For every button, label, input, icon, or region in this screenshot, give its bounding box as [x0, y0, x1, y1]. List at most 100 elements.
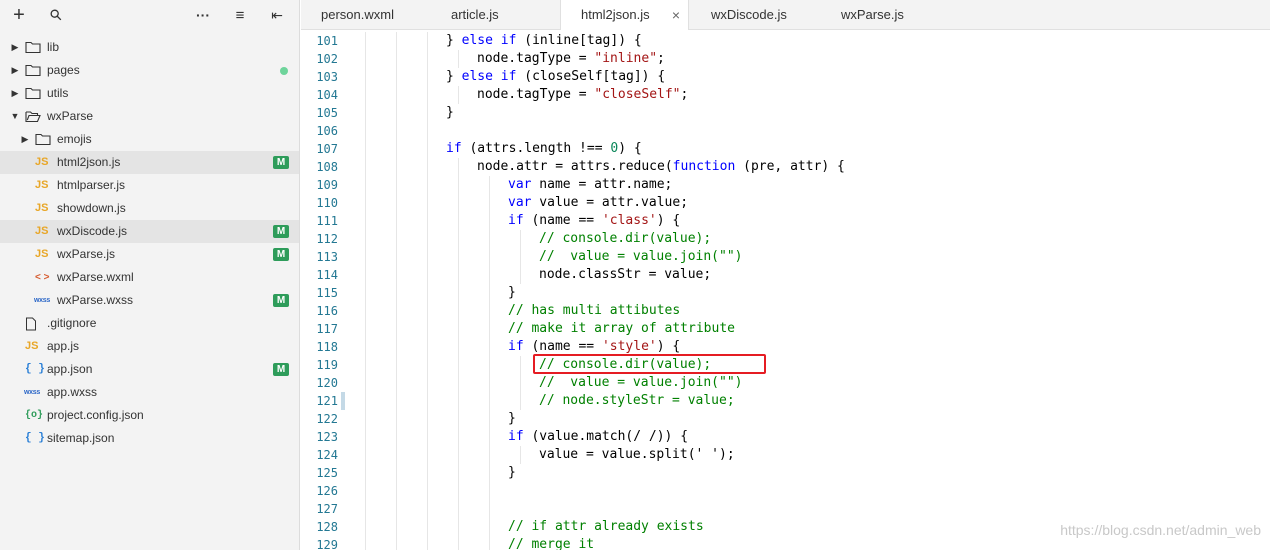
- folder-item[interactable]: ▼ wxParse: [0, 105, 299, 128]
- add-icon[interactable]: +: [8, 4, 30, 26]
- tab-wxdiscode-js[interactable]: wxDiscode.js: [691, 0, 821, 30]
- file-item[interactable]: { } sitemap.json: [0, 427, 299, 450]
- line-number: 104: [316, 88, 338, 102]
- folder-open-icon: [25, 105, 41, 128]
- file-item[interactable]: wxss wxParse.wxss M: [0, 289, 299, 312]
- code-token: }: [508, 411, 516, 426]
- indent-guide: [489, 536, 490, 550]
- file-item[interactable]: JS app.js: [0, 335, 299, 358]
- code-token: value = attr.value;: [531, 195, 689, 210]
- folder-item[interactable]: ▶ pages: [0, 59, 299, 82]
- code-line: 121 // node.styleStr = value;: [301, 392, 1270, 410]
- indent-guide: [458, 482, 459, 500]
- code-text: }: [508, 284, 516, 302]
- chevron-right-icon[interactable]: ▶: [20, 128, 30, 151]
- indent-guide: [396, 446, 397, 464]
- indent-guide: [427, 32, 428, 50]
- indent-guide: [458, 248, 459, 266]
- indent-guide: [396, 104, 397, 122]
- outline-icon[interactable]: ≡: [229, 4, 251, 26]
- search-icon[interactable]: ⚲: [40, 0, 71, 31]
- indent-guide: [458, 374, 459, 392]
- code-text: }: [508, 410, 516, 428]
- code-token: "inline": [594, 51, 658, 66]
- line-number: 108: [316, 160, 338, 174]
- file-item[interactable]: {o} project.config.json: [0, 404, 299, 427]
- json-file-icon: { }: [25, 432, 45, 444]
- code-line: 115}: [301, 284, 1270, 302]
- indent-guide: [489, 194, 490, 212]
- more-icon[interactable]: ···: [192, 4, 214, 26]
- file-item[interactable]: .gitignore: [0, 312, 299, 335]
- tab-article-js[interactable]: article.js: [431, 0, 560, 30]
- code-token: node.tagType =: [477, 51, 595, 66]
- indent-guide: [396, 158, 397, 176]
- tab-html2json-js[interactable]: html2json.js ×: [560, 0, 689, 31]
- tree-item-label: wxParse: [47, 109, 94, 123]
- indent-guide: [396, 122, 397, 140]
- chevron-right-icon[interactable]: ▶: [10, 36, 20, 59]
- folder-icon: [25, 82, 41, 105]
- indent-guide: [427, 392, 428, 410]
- line-number: 117: [316, 322, 338, 336]
- indent-guide: [396, 248, 397, 266]
- chevron-right-icon[interactable]: ▶: [10, 59, 20, 82]
- code-line: 126: [301, 482, 1270, 500]
- code-text: } else if (closeSelf[tag]) {: [446, 68, 665, 86]
- indent-guide: [365, 410, 366, 428]
- file-item[interactable]: JS htmlparser.js: [0, 174, 299, 197]
- chevron-right-icon[interactable]: ▶: [10, 82, 20, 105]
- code-line: 114 node.classStr = value;: [301, 266, 1270, 284]
- line-number: 110: [316, 196, 338, 210]
- file-item[interactable]: JS showdown.js: [0, 197, 299, 220]
- indent-guide: [520, 248, 521, 266]
- tab-wxparse-js[interactable]: wxParse.js: [821, 0, 951, 30]
- indent-guide: [396, 374, 397, 392]
- file-item[interactable]: { } app.json M: [0, 358, 299, 381]
- line-number: 126: [316, 484, 338, 498]
- indent-guide: [427, 266, 428, 284]
- indent-guide: [427, 338, 428, 356]
- tab-person-wxml[interactable]: person.wxml: [301, 0, 431, 30]
- folder-item[interactable]: ▶ utils: [0, 82, 299, 105]
- code-token: if: [508, 339, 524, 354]
- indent-guide: [396, 500, 397, 518]
- code-text: node.classStr = value;: [539, 266, 711, 284]
- indent-guide: [365, 356, 366, 374]
- chevron-down-icon[interactable]: ▼: [10, 105, 20, 128]
- indent-guide: [365, 284, 366, 302]
- js-file-icon: JS: [35, 156, 49, 168]
- line-number: 124: [316, 448, 338, 462]
- indent-guide: [427, 86, 428, 104]
- code-line: 123 if (value.match(/ /)) {: [301, 428, 1270, 446]
- indent-guide: [489, 482, 490, 500]
- tree-item-label: app.json: [47, 362, 93, 376]
- file-item[interactable]: JS wxParse.js M: [0, 243, 299, 266]
- modified-badge: M: [273, 363, 289, 376]
- tree-item-label: wxParse.wxss: [57, 293, 134, 307]
- code-token: function: [672, 159, 736, 174]
- line-number: 123: [316, 430, 338, 444]
- line-number: 118: [316, 340, 338, 354]
- file-item[interactable]: < > wxParse.wxml: [0, 266, 299, 289]
- code-text: // if attr already exists: [508, 518, 704, 536]
- folder-item[interactable]: ▶ emojis: [0, 128, 299, 151]
- file-item[interactable]: wxss app.wxss: [0, 381, 299, 404]
- indent-guide: [489, 464, 490, 482]
- line-number: 107: [316, 142, 338, 156]
- code-text: // value = value.join(""): [539, 374, 743, 392]
- code-editor[interactable]: 101} else if (inline[tag]) {102 node.tagT…: [301, 30, 1270, 550]
- collapse-sidebar-icon[interactable]: ⇤: [266, 4, 288, 26]
- indent-guide: [489, 446, 490, 464]
- indent-guide: [396, 338, 397, 356]
- code-text: // console.dir(value);: [539, 230, 711, 248]
- indent-guide: [489, 410, 490, 428]
- indent-guide: [520, 356, 521, 374]
- close-icon[interactable]: ×: [672, 0, 680, 30]
- tree-item-label: project.config.json: [47, 408, 144, 422]
- indent-guide: [427, 212, 428, 230]
- folder-item[interactable]: ▶ lib: [0, 36, 299, 59]
- file-item[interactable]: JS html2json.js M: [0, 151, 299, 174]
- file-item[interactable]: JS wxDiscode.js M: [0, 220, 299, 243]
- code-text: var value = attr.value;: [508, 194, 688, 212]
